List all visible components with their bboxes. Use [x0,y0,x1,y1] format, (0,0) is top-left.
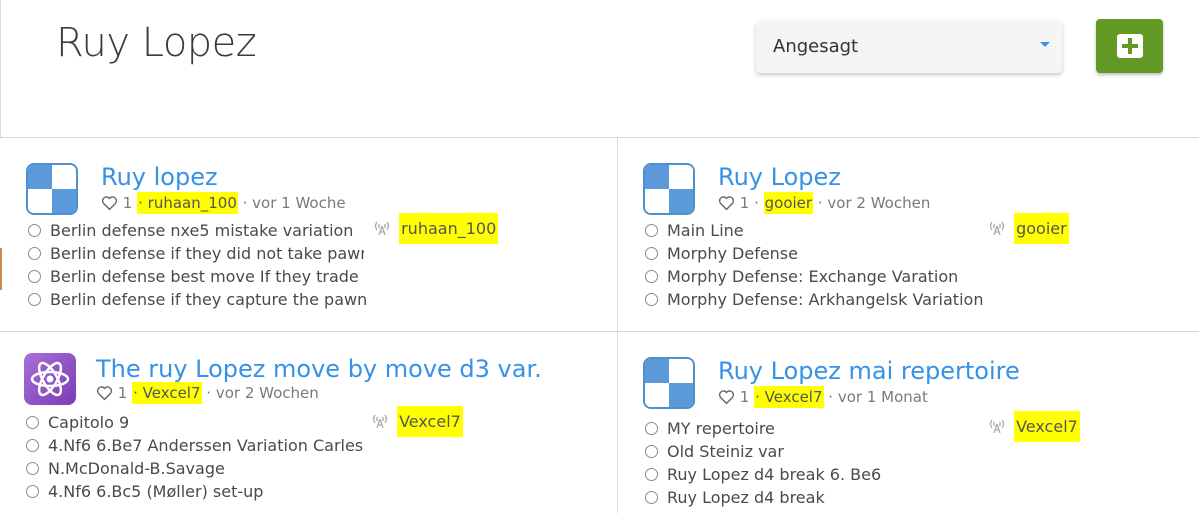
chessboard-icon [643,163,695,215]
chapter-list: MY repertoire Old Steiniz var Ruy Lopez … [643,417,881,509]
chapter-item: Berlin defense nxe5 mistake variation [26,219,366,242]
circle-icon [645,445,658,458]
left-border [0,0,1,138]
chapter-item: N.McDonald-B.Savage [24,457,364,480]
like-count: 1 [117,384,128,402]
study-card[interactable]: Ruy lopez 1 · ruhaan_100 · vor 1 Woche B… [26,163,626,323]
study-age: vor 2 Wochen [215,384,319,402]
circle-icon [28,293,41,306]
circle-icon [28,247,41,260]
circle-icon [26,416,39,429]
broadcast-icon [374,221,390,235]
study-title[interactable]: Ruy Lopez [718,163,841,191]
member-name[interactable]: ruhaan_100 [399,213,499,244]
plus-icon [1117,34,1143,58]
circle-icon [28,270,41,283]
circle-icon [28,224,41,237]
chessboard-icon [26,163,78,215]
circle-icon [645,224,658,237]
atom-icon [24,353,76,405]
heart-icon [718,196,735,211]
sort-selected-value: Angesagt [773,36,859,57]
like-count: 1 [739,194,750,212]
member-name[interactable]: Vexcel7 [1014,411,1080,442]
chapter-item: Old Steiniz var [643,440,881,463]
page-header: Ruy Lopez Angesagt [0,0,1199,138]
circle-icon [26,485,39,498]
chapter-item: Berlin defense best move If they trade k [26,265,364,288]
new-study-button[interactable] [1096,19,1163,73]
study-owner[interactable]: Vexcel7 [765,388,823,406]
study-owner[interactable]: gooier [763,192,814,214]
broadcast-icon [372,414,388,428]
chapter-item: Morphy Defense: Exchange Varation [643,265,983,288]
study-card[interactable]: Ruy Lopez mai repertoire 1 · Vexcel7 · v… [643,357,1199,513]
chapter-item: 4.Nf6 6.Bc5 (Møller) set-up [24,480,364,503]
page-title: Ruy Lopez [56,20,257,66]
circle-icon [645,247,658,260]
study-age: vor 1 Woche [252,194,346,212]
circle-icon [645,422,658,435]
study-title[interactable]: Ruy Lopez mai repertoire [718,357,1020,385]
study-title[interactable]: Ruy lopez [101,163,218,191]
circle-icon [645,468,658,481]
circle-icon [26,439,39,452]
like-count: 1 [739,388,750,406]
circle-icon [645,293,658,306]
study-owner[interactable]: ruhaan_100 [148,194,237,212]
chapter-item: MY repertoire [643,417,881,440]
chapter-list: Berlin defense nxe5 mistake variation Be… [26,219,366,311]
chapter-item: 4.Nf6 6.Be7 Anderssen Variation Carlese [24,434,364,457]
chapter-item: Morphy Defense: Arkhangelsk Variation [643,288,983,311]
chapter-item: Ruy Lopez d4 break [643,486,881,509]
chevron-down-icon [1040,42,1050,47]
grid-divider-horizontal [0,331,1199,332]
circle-icon [26,462,39,475]
study-meta: 1 · Vexcel7 · vor 1 Monat [718,386,928,408]
member-name[interactable]: Vexcel7 [397,406,463,437]
chapter-list: Main Line Morphy Defense Morphy Defense:… [643,219,983,311]
study-age: vor 1 Monat [837,388,928,406]
study-members: ruhaan_100 [374,213,499,244]
circle-icon [645,491,658,504]
study-meta: 1 · gooier · vor 2 Wochen [718,192,931,214]
study-owner[interactable]: Vexcel7 [143,384,201,402]
heart-icon [96,386,113,401]
study-meta: 1 · Vexcel7 · vor 2 Wochen [96,382,319,404]
chapter-list: Capitolo 9 4.Nf6 6.Be7 Anderssen Variati… [24,411,364,503]
study-card[interactable]: The ruy Lopez move by move d3 var. 1 · V… [24,353,624,513]
study-members: Vexcel7 [372,406,463,437]
study-title[interactable]: The ruy Lopez move by move d3 var. [96,355,542,383]
broadcast-icon [989,419,1005,433]
chapter-item: Berlin defense if they did not take pawn [26,242,364,265]
study-meta: 1 · ruhaan_100 · vor 1 Woche [101,192,346,214]
left-accent-bar [0,248,2,290]
chessboard-icon [643,357,695,409]
study-age: vor 2 Wochen [827,194,931,212]
sort-dropdown[interactable]: Angesagt [756,21,1062,73]
chapter-item: Capitolo 9 [24,411,364,434]
broadcast-icon [989,221,1005,235]
heart-icon [101,196,118,211]
study-members: gooier [989,213,1069,244]
heart-icon [718,390,735,405]
chapter-item: Ruy Lopez d4 break 6. Be6 [643,463,881,486]
study-members: Vexcel7 [989,411,1080,442]
circle-icon [645,270,658,283]
chapter-item: Morphy Defense [643,242,983,265]
member-name[interactable]: gooier [1014,213,1069,244]
chapter-item: Main Line [643,219,983,242]
like-count: 1 [122,194,133,212]
study-card[interactable]: Ruy Lopez 1 · gooier · vor 2 Wochen Main… [643,163,1199,323]
chapter-item: Berlin defense if they capture the pawn [26,288,366,311]
